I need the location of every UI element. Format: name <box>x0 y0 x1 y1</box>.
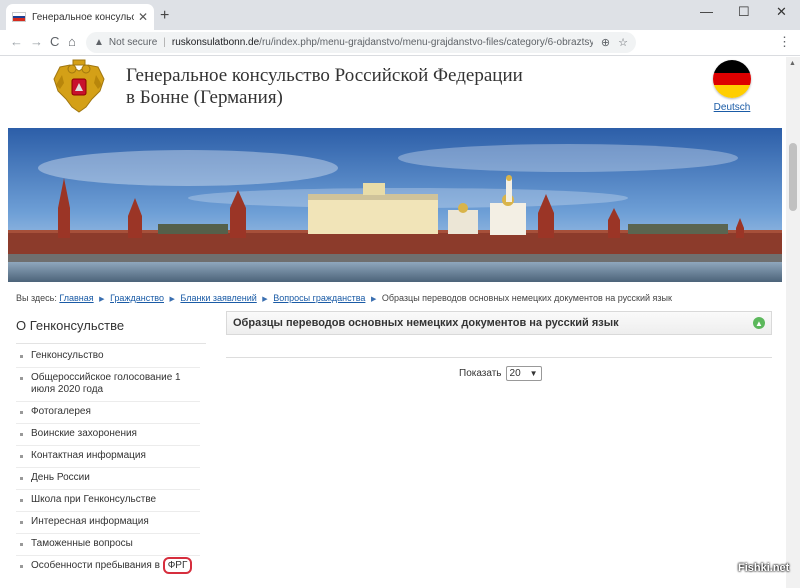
new-tab-button[interactable]: + <box>160 7 169 25</box>
show-label: Показать <box>459 368 502 379</box>
bullet-icon <box>20 411 23 414</box>
bullet-icon <box>20 499 23 502</box>
breadcrumb-arrow-icon: ▶ <box>262 296 268 303</box>
article-header: Образцы переводов основных немецких доку… <box>226 311 772 335</box>
divider <box>226 357 772 358</box>
sidebar-item-russia-day[interactable]: День России <box>16 468 200 490</box>
tab-title: Генеральное консульство Росс <box>32 11 134 23</box>
bullet-icon <box>20 521 23 524</box>
breadcrumb-link-home[interactable]: Главная <box>59 293 93 303</box>
browser-tab[interactable]: Генеральное консульство Росс ✕ <box>6 4 154 30</box>
russia-flag-favicon-icon <box>12 12 26 22</box>
chevron-down-icon: ▼ <box>529 369 538 378</box>
browser-toolbar: ← → C ⌂ ▲ Not secure | ruskonsulatbonn.d… <box>0 30 800 56</box>
bullet-icon <box>20 543 23 546</box>
sidebar-item-label: Общероссийское голосование 1 июля 2020 г… <box>31 372 181 395</box>
bullet-icon <box>20 477 23 480</box>
sidebar-item-label: Воинские захоронения <box>31 428 137 439</box>
breadcrumb-link-citizenship[interactable]: Гражданство <box>110 293 164 303</box>
sidebar-item-school[interactable]: Школа при Генконсульстве <box>16 490 200 512</box>
close-window-button[interactable]: ✕ <box>776 4 787 20</box>
sidebar-item-label: Генконсульство <box>31 350 104 361</box>
sidebar: О Генконсульстве Генконсульство Общеросс… <box>16 315 206 577</box>
sidebar-item-consulate[interactable]: Генконсульство <box>16 346 200 368</box>
reload-button[interactable]: C <box>50 34 59 49</box>
breadcrumb-arrow-icon: ▶ <box>370 296 377 303</box>
breadcrumb-link-forms[interactable]: Бланки заявлений <box>180 293 256 303</box>
sidebar-item-vote[interactable]: Общероссийское голосование 1 июля 2020 г… <box>16 368 200 402</box>
watermark: Fishki.net <box>738 562 790 574</box>
breadcrumb-arrow-icon: ▶ <box>169 296 175 303</box>
url-text[interactable]: ruskonsulatbonn.de/ru/index.php/menu-gra… <box>172 37 593 48</box>
collapse-up-icon[interactable]: ▲ <box>753 317 765 329</box>
sidebar-item-label: Контактная информация <box>31 450 146 461</box>
breadcrumb-current: Образцы переводов основных немецких доку… <box>381 293 672 303</box>
address-bar[interactable]: ▲ Not secure | ruskonsulatbonn.de/ru/ind… <box>86 32 636 53</box>
minimize-button[interactable]: — <box>700 4 713 19</box>
sidebar-item-label: Особенности пребывания в ФРГ <box>31 557 200 574</box>
language-switch[interactable]: Deutsch <box>712 60 752 113</box>
sidebar-item-gallery[interactable]: Фотогалерея <box>16 402 200 424</box>
german-flag-icon[interactable] <box>713 60 751 98</box>
highlighted-frg-label: ФРГ <box>162 557 193 574</box>
russian-coat-of-arms-emblem[interactable] <box>50 57 108 115</box>
sidebar-item-war-graves[interactable]: Воинские захоронения <box>16 424 200 446</box>
page-scrollbar[interactable]: ▲ <box>786 57 800 588</box>
sidebar-item-label-part: Особенности пребывания в <box>31 560 160 571</box>
bookmark-star-icon[interactable]: ☆ <box>618 36 628 49</box>
show-count-value: 20 <box>509 368 521 379</box>
web-page: Генеральное консульство Российской Федер… <box>0 57 786 588</box>
sidebar-item-customs[interactable]: Таможенные вопросы <box>16 534 200 556</box>
deutsch-link[interactable]: Deutsch <box>712 102 752 113</box>
tab-close-icon[interactable]: ✕ <box>138 10 148 24</box>
show-count-select[interactable]: 20 ▼ <box>505 366 542 381</box>
bullet-icon <box>20 564 23 568</box>
sidebar-item-label: Школа при Генконсульстве <box>31 494 157 505</box>
security-label: Not secure <box>108 37 158 48</box>
site-title: Генеральное консульство Российской Федер… <box>126 65 523 109</box>
sidebar-item-label: День России <box>31 472 90 483</box>
site-title-line2: в Бонне (Германия) <box>126 87 283 108</box>
bullet-icon <box>20 433 23 436</box>
back-button[interactable]: ← <box>10 34 23 49</box>
bullet-icon <box>20 377 23 380</box>
sidebar-item-contacts[interactable]: Контактная информация <box>16 446 200 468</box>
tab-strip: Генеральное консульство Росс ✕ + — ☐ ✕ <box>0 0 800 30</box>
sidebar-item-stay-in-frg[interactable]: Особенности пребывания в ФРГ <box>16 556 200 577</box>
home-button[interactable]: ⌂ <box>68 34 76 49</box>
bullet-icon <box>20 355 23 358</box>
breadcrumb: Вы здесь: Главная ▶ Гражданство ▶ Бланки… <box>16 293 672 303</box>
sidebar-title: О Генконсульстве <box>16 315 206 344</box>
kremlin-panorama-banner <box>8 128 782 282</box>
sidebar-item-label: Таможенные вопросы <box>31 538 133 549</box>
article-title: Образцы переводов основных немецких доку… <box>233 317 619 329</box>
sidebar-item-interesting[interactable]: Интересная информация <box>16 512 200 534</box>
browser-window: Генеральное консульство Росс ✕ + — ☐ ✕ ←… <box>0 0 800 588</box>
scroll-up-icon[interactable]: ▲ <box>789 60 796 67</box>
breadcrumb-arrow-icon: ▶ <box>99 296 105 303</box>
bullet-icon <box>20 455 23 458</box>
breadcrumb-link-questions[interactable]: Вопросы гражданства <box>273 293 365 303</box>
sidebar-item-label: Интересная информация <box>31 516 149 527</box>
zoom-icon[interactable]: ⊕ <box>601 36 610 49</box>
sidebar-item-label: Фотогалерея <box>31 406 91 417</box>
site-title-line1: Генеральное консульство Российской Федер… <box>126 65 523 86</box>
separator: | <box>163 37 166 48</box>
scrollbar-thumb[interactable] <box>789 143 797 211</box>
warning-icon: ▲ <box>94 37 104 48</box>
maximize-button[interactable]: ☐ <box>738 4 750 20</box>
forward-button[interactable]: → <box>30 34 43 49</box>
browser-menu-icon[interactable]: ⋮ <box>778 34 791 50</box>
pagination-limit: Показать 20 ▼ <box>459 366 542 381</box>
breadcrumb-prefix: Вы здесь: <box>16 293 57 303</box>
